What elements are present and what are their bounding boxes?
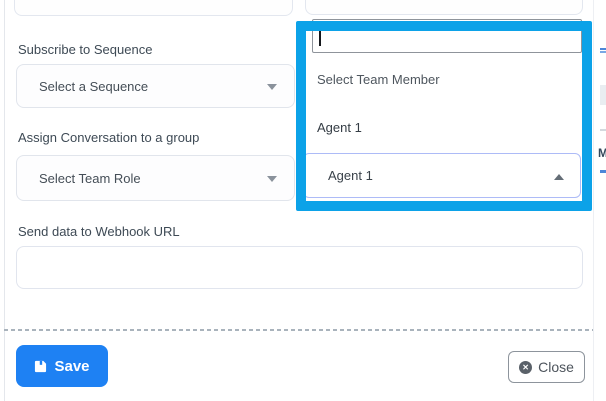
chevron-down-icon [267, 84, 277, 90]
background-fragment-block [600, 85, 606, 105]
background-fragment-line [600, 170, 606, 173]
team-role-select-value: Select Team Role [39, 171, 141, 186]
x-circle-icon: ✕ [519, 361, 532, 374]
dropdown-option-agent-1[interactable]: Agent 1 [317, 120, 362, 135]
background-fragment-line [600, 51, 606, 53]
team-member-search-input[interactable] [312, 19, 582, 53]
truncated-input-top-left[interactable] [14, 0, 293, 16]
webhook-url-input[interactable] [16, 246, 583, 289]
caret-up-icon [554, 174, 564, 180]
assign-group-label: Assign Conversation to a group [18, 130, 199, 145]
modal-left-border [4, 0, 5, 401]
team-member-select-value: Agent 1 [328, 168, 373, 183]
close-button-label: Close [538, 359, 574, 375]
dropdown-option-select-team-member[interactable]: Select Team Member [317, 72, 440, 87]
sequence-select[interactable]: Select a Sequence [16, 64, 295, 108]
save-button-label: Save [54, 358, 89, 375]
modal-right-border [593, 0, 594, 401]
close-button[interactable]: ✕ Close [508, 351, 585, 383]
chevron-down-icon [267, 176, 277, 182]
background-fragment-dash [600, 129, 606, 131]
sequence-select-value: Select a Sequence [39, 79, 148, 94]
save-icon [34, 360, 47, 373]
background-partial-text: M [598, 146, 606, 160]
team-role-select[interactable]: Select Team Role [16, 155, 295, 201]
webhook-url-label: Send data to Webhook URL [18, 224, 180, 239]
subscribe-sequence-label: Subscribe to Sequence [18, 42, 152, 57]
text-cursor [319, 28, 321, 46]
team-member-select[interactable]: Agent 1 [303, 153, 581, 198]
background-fragment-line [600, 48, 606, 50]
footer-divider [4, 329, 593, 331]
save-button[interactable]: Save [16, 345, 108, 387]
truncated-input-top-right[interactable] [305, 0, 583, 15]
